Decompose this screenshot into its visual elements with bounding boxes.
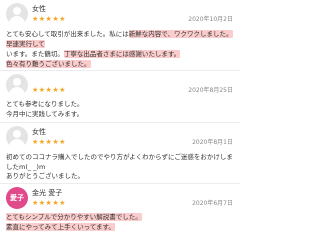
review-text-line: 素直にやってみて上手くいってます。 bbox=[6, 223, 115, 231]
user-avatar-icon bbox=[6, 74, 28, 96]
review-text-line: とても参考になりました。 bbox=[6, 100, 84, 108]
review-text-line: 初めてのココナラ購入でしたのでやり方がよくわからずにご迷惑をおかけしましたm(_… bbox=[6, 153, 233, 171]
reviewer-name: 女性 bbox=[32, 128, 46, 136]
review-date: 2020年6月7日 bbox=[192, 200, 233, 207]
review-text-line: 早速実行して bbox=[6, 40, 45, 48]
review-text-line: ありがとうございました。 bbox=[6, 172, 84, 180]
review-text-line: とてもシンプルで分かりやすい解説書でした。 bbox=[6, 213, 142, 221]
star-rating: ★★★★★ bbox=[32, 15, 66, 23]
review-text-line: とても安心して取引が出来ました。私には新鮮な内容で、ワクワクしました。 bbox=[6, 30, 233, 38]
star-rating: ★★★★★ bbox=[32, 138, 66, 146]
review-text-line: 今月中に実践してみます。 bbox=[6, 110, 84, 118]
reviewer-name: 女性 bbox=[32, 5, 46, 13]
review-date: 2020年8月25日 bbox=[188, 87, 233, 94]
review-text-line: います。また鶴切。丁寧な出品者さまには感謝いたします。 bbox=[6, 50, 181, 58]
review-card: 女性 ★★★★★ 2020年8月1日 初めてのココナラ購入でしたのでやり方がよく… bbox=[0, 123, 240, 180]
reviewer-name: 金光 愛子 bbox=[32, 189, 63, 197]
star-rating: ★★★★★ bbox=[32, 86, 66, 94]
user-avatar: 愛子 bbox=[6, 187, 28, 209]
review-text-line: 色々有り難うございました。 bbox=[6, 60, 91, 68]
star-rating: ★★★★★ bbox=[32, 199, 66, 207]
user-avatar-icon bbox=[6, 3, 28, 25]
user-avatar-icon bbox=[6, 126, 28, 148]
review-date: 2020年8月1日 bbox=[192, 139, 233, 146]
review-date: 2020年10月2日 bbox=[188, 16, 233, 23]
review-card: 愛子 金光 愛子 ★★★★★ 2020年6月7日 とてもシンプルで分かりやすい解… bbox=[0, 184, 240, 240]
review-card: ★★★★★ 2020年8月25日 とても参考になりました。 今月中に実践してみま… bbox=[0, 71, 240, 119]
